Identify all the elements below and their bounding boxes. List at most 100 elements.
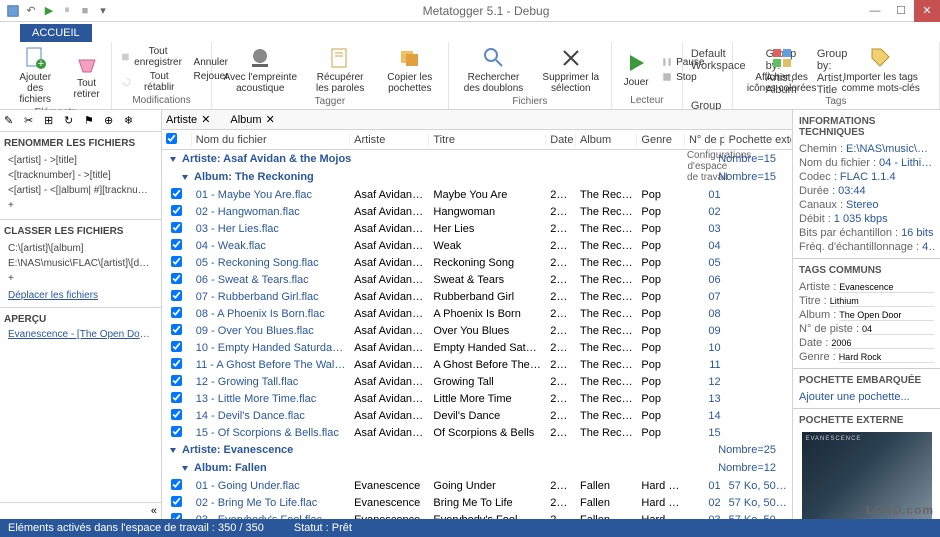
save-all-button[interactable]: Tout enregistrer bbox=[118, 45, 187, 69]
col-title[interactable]: Titre bbox=[429, 134, 546, 146]
qat-play-icon[interactable]: ▶ bbox=[42, 4, 56, 18]
import-tags-button[interactable]: Importer les tags comme mots-clés bbox=[828, 44, 933, 96]
col-trackno[interactable]: N° de piste bbox=[685, 134, 725, 146]
qat-dropdown-icon[interactable]: ▾ bbox=[96, 4, 110, 18]
clear-icon[interactable]: ✕ bbox=[266, 113, 275, 126]
lp-icon[interactable]: ⊞ bbox=[44, 114, 58, 128]
preview-item[interactable]: Evanescence - [The Open Door #04] Lithiu… bbox=[4, 327, 157, 342]
lp-icon[interactable]: ↻ bbox=[64, 114, 78, 128]
tag-album[interactable] bbox=[839, 309, 934, 321]
rename-pattern[interactable]: <[artist] - >[title] bbox=[4, 153, 157, 168]
tab-accueil[interactable]: ACCUEIL bbox=[20, 24, 92, 42]
classify-pattern[interactable]: C:\[artist]\[album] bbox=[4, 241, 157, 256]
group-album[interactable]: Album: FallenNombre=12 bbox=[162, 459, 792, 477]
table-row[interactable]: 03 - Everybody's Fool.flacEvanescenceEve… bbox=[162, 511, 792, 519]
row-checkbox[interactable] bbox=[171, 358, 182, 369]
row-checkbox[interactable] bbox=[171, 239, 182, 250]
close-button[interactable]: ✕ bbox=[914, 0, 940, 22]
row-checkbox[interactable] bbox=[171, 479, 182, 490]
row-checkbox[interactable] bbox=[171, 205, 182, 216]
table-row[interactable]: 02 - Hangwoman.flacAsaf Avidan & the Moj… bbox=[162, 203, 792, 220]
classify-pattern[interactable]: + bbox=[4, 271, 157, 286]
add-cover-link[interactable]: Ajouter une pochette... bbox=[799, 391, 910, 403]
col-artist[interactable]: Artiste bbox=[350, 134, 429, 146]
row-checkbox[interactable] bbox=[171, 324, 182, 335]
row-checkbox[interactable] bbox=[171, 496, 182, 507]
qat-stop-icon[interactable]: ■ bbox=[78, 4, 92, 18]
qat-pause-icon[interactable]: ⏸ bbox=[60, 4, 74, 18]
tag-trackno[interactable] bbox=[862, 323, 934, 335]
table-row[interactable]: 07 - Rubberband Girl.flacAsaf Avidan & t… bbox=[162, 288, 792, 305]
table-row[interactable]: 02 - Bring Me To Life.flacEvanescenceBri… bbox=[162, 494, 792, 511]
qat-undo-icon[interactable]: ↶ bbox=[24, 4, 38, 18]
remove-all-button[interactable]: Tout retirer bbox=[68, 44, 104, 107]
row-checkbox[interactable] bbox=[171, 188, 182, 199]
collapse-icon[interactable]: « bbox=[151, 505, 157, 517]
select-all-checkbox[interactable] bbox=[166, 133, 177, 144]
find-duplicates-button[interactable]: Rechercher des doublons bbox=[455, 44, 533, 96]
col-genre[interactable]: Genre bbox=[637, 134, 685, 146]
rename-pattern[interactable]: + bbox=[4, 198, 157, 213]
table-row[interactable]: 06 - Sweat & Tears.flacAsaf Avidan & the… bbox=[162, 271, 792, 288]
lp-icon[interactable]: ❄ bbox=[124, 114, 138, 128]
classify-title: CLASSER LES FICHIERS bbox=[4, 224, 157, 239]
table-row[interactable]: 03 - Her Lies.flacAsaf Avidan & the Mojo… bbox=[162, 220, 792, 237]
play-button[interactable]: Jouer bbox=[618, 44, 654, 95]
tag-artist[interactable] bbox=[839, 281, 934, 293]
row-checkbox[interactable] bbox=[171, 409, 182, 420]
table-row[interactable]: 08 - A Phoenix Is Born.flacAsaf Avidan &… bbox=[162, 305, 792, 322]
table-row[interactable]: 01 - Going Under.flacEvanescenceGoing Un… bbox=[162, 477, 792, 494]
table-row[interactable]: 13 - Little More Time.flacAsaf Avidan & … bbox=[162, 390, 792, 407]
add-files-button[interactable]: +Ajouter des fichiers bbox=[6, 44, 64, 107]
maximize-button[interactable]: ☐ bbox=[888, 0, 914, 22]
group-album[interactable]: Album: The ReckoningNombre=15 bbox=[162, 168, 792, 186]
lp-icon[interactable]: ⚑ bbox=[84, 114, 98, 128]
col-album[interactable]: Album bbox=[576, 134, 637, 146]
rename-pattern[interactable]: <[artist] - <[|album| #][tracknumber]] >… bbox=[4, 183, 157, 198]
table-row[interactable]: 10 - Empty Handed Saturday Blues.flacAsa… bbox=[162, 339, 792, 356]
group-artist[interactable]: Artiste: EvanescenceNombre=25 bbox=[162, 441, 792, 459]
row-checkbox[interactable] bbox=[171, 273, 182, 284]
lp-icon[interactable]: ⊕ bbox=[104, 114, 118, 128]
row-checkbox[interactable] bbox=[171, 256, 182, 267]
row-checkbox[interactable] bbox=[171, 290, 182, 301]
row-checkbox[interactable] bbox=[171, 307, 182, 318]
row-checkbox[interactable] bbox=[171, 426, 182, 437]
lp-icon[interactable]: ✎ bbox=[4, 114, 18, 128]
tag-genre[interactable] bbox=[839, 351, 934, 363]
restore-all-button[interactable]: Tout rétablir bbox=[118, 70, 187, 94]
table-row[interactable]: 14 - Devil's Dance.flacAsaf Avidan & the… bbox=[162, 407, 792, 424]
row-checkbox[interactable] bbox=[171, 392, 182, 403]
minimize-button[interactable]: — bbox=[862, 0, 888, 22]
classify-pattern[interactable]: E:\NAS\music\FLAC\[artist]\[date] - [alb… bbox=[4, 256, 157, 271]
rename-pattern[interactable]: <[tracknumber] - >[title] bbox=[4, 168, 157, 183]
grid-body[interactable]: Artiste: Asaf Avidan & the MojosNombre=1… bbox=[162, 150, 792, 519]
cell-title: Bring Me To Life bbox=[429, 497, 546, 509]
table-row[interactable]: 05 - Reckoning Song.flacAsaf Avidan & th… bbox=[162, 254, 792, 271]
clear-icon[interactable]: ✕ bbox=[201, 113, 210, 126]
table-row[interactable]: 01 - Maybe You Are.flacAsaf Avidan & the… bbox=[162, 186, 792, 203]
table-row[interactable]: 09 - Over You Blues.flacAsaf Avidan & th… bbox=[162, 322, 792, 339]
colored-icons-button[interactable]: Afficher des icônes colorées bbox=[739, 44, 825, 96]
delete-selection-button[interactable]: Supprimer la sélection bbox=[536, 44, 605, 96]
tag-date[interactable] bbox=[831, 337, 934, 349]
table-row[interactable]: 12 - Growing Tall.flacAsaf Avidan & the … bbox=[162, 373, 792, 390]
qat-save-icon[interactable] bbox=[6, 4, 20, 18]
row-checkbox[interactable] bbox=[171, 375, 182, 386]
table-row[interactable]: 11 - A Ghost Before The Wall.flacAsaf Av… bbox=[162, 356, 792, 373]
col-date[interactable]: Date bbox=[546, 134, 576, 146]
group-artist[interactable]: Artiste: Asaf Avidan & the MojosNombre=1… bbox=[162, 150, 792, 168]
cell-album: Fallen bbox=[576, 497, 637, 509]
table-row[interactable]: 15 - Of Scorpions & Bells.flacAsaf Avida… bbox=[162, 424, 792, 441]
get-lyrics-button[interactable]: Récupérer les paroles bbox=[306, 44, 374, 96]
acoustic-fingerprint-button[interactable]: Avec l'empreinte acoustique bbox=[218, 44, 302, 96]
copy-covers-button[interactable]: Copier les pochettes bbox=[378, 44, 442, 96]
col-extcover[interactable]: Pochette externe bbox=[725, 134, 792, 146]
row-checkbox[interactable] bbox=[171, 341, 182, 352]
move-files-link[interactable]: Déplacer les fichiers bbox=[4, 288, 157, 303]
col-filename[interactable]: Nom du fichier bbox=[192, 134, 350, 146]
table-row[interactable]: 04 - Weak.flacAsaf Avidan & the MojosWea… bbox=[162, 237, 792, 254]
tag-title[interactable] bbox=[830, 295, 934, 307]
row-checkbox[interactable] bbox=[171, 222, 182, 233]
lp-icon[interactable]: ✂ bbox=[24, 114, 38, 128]
